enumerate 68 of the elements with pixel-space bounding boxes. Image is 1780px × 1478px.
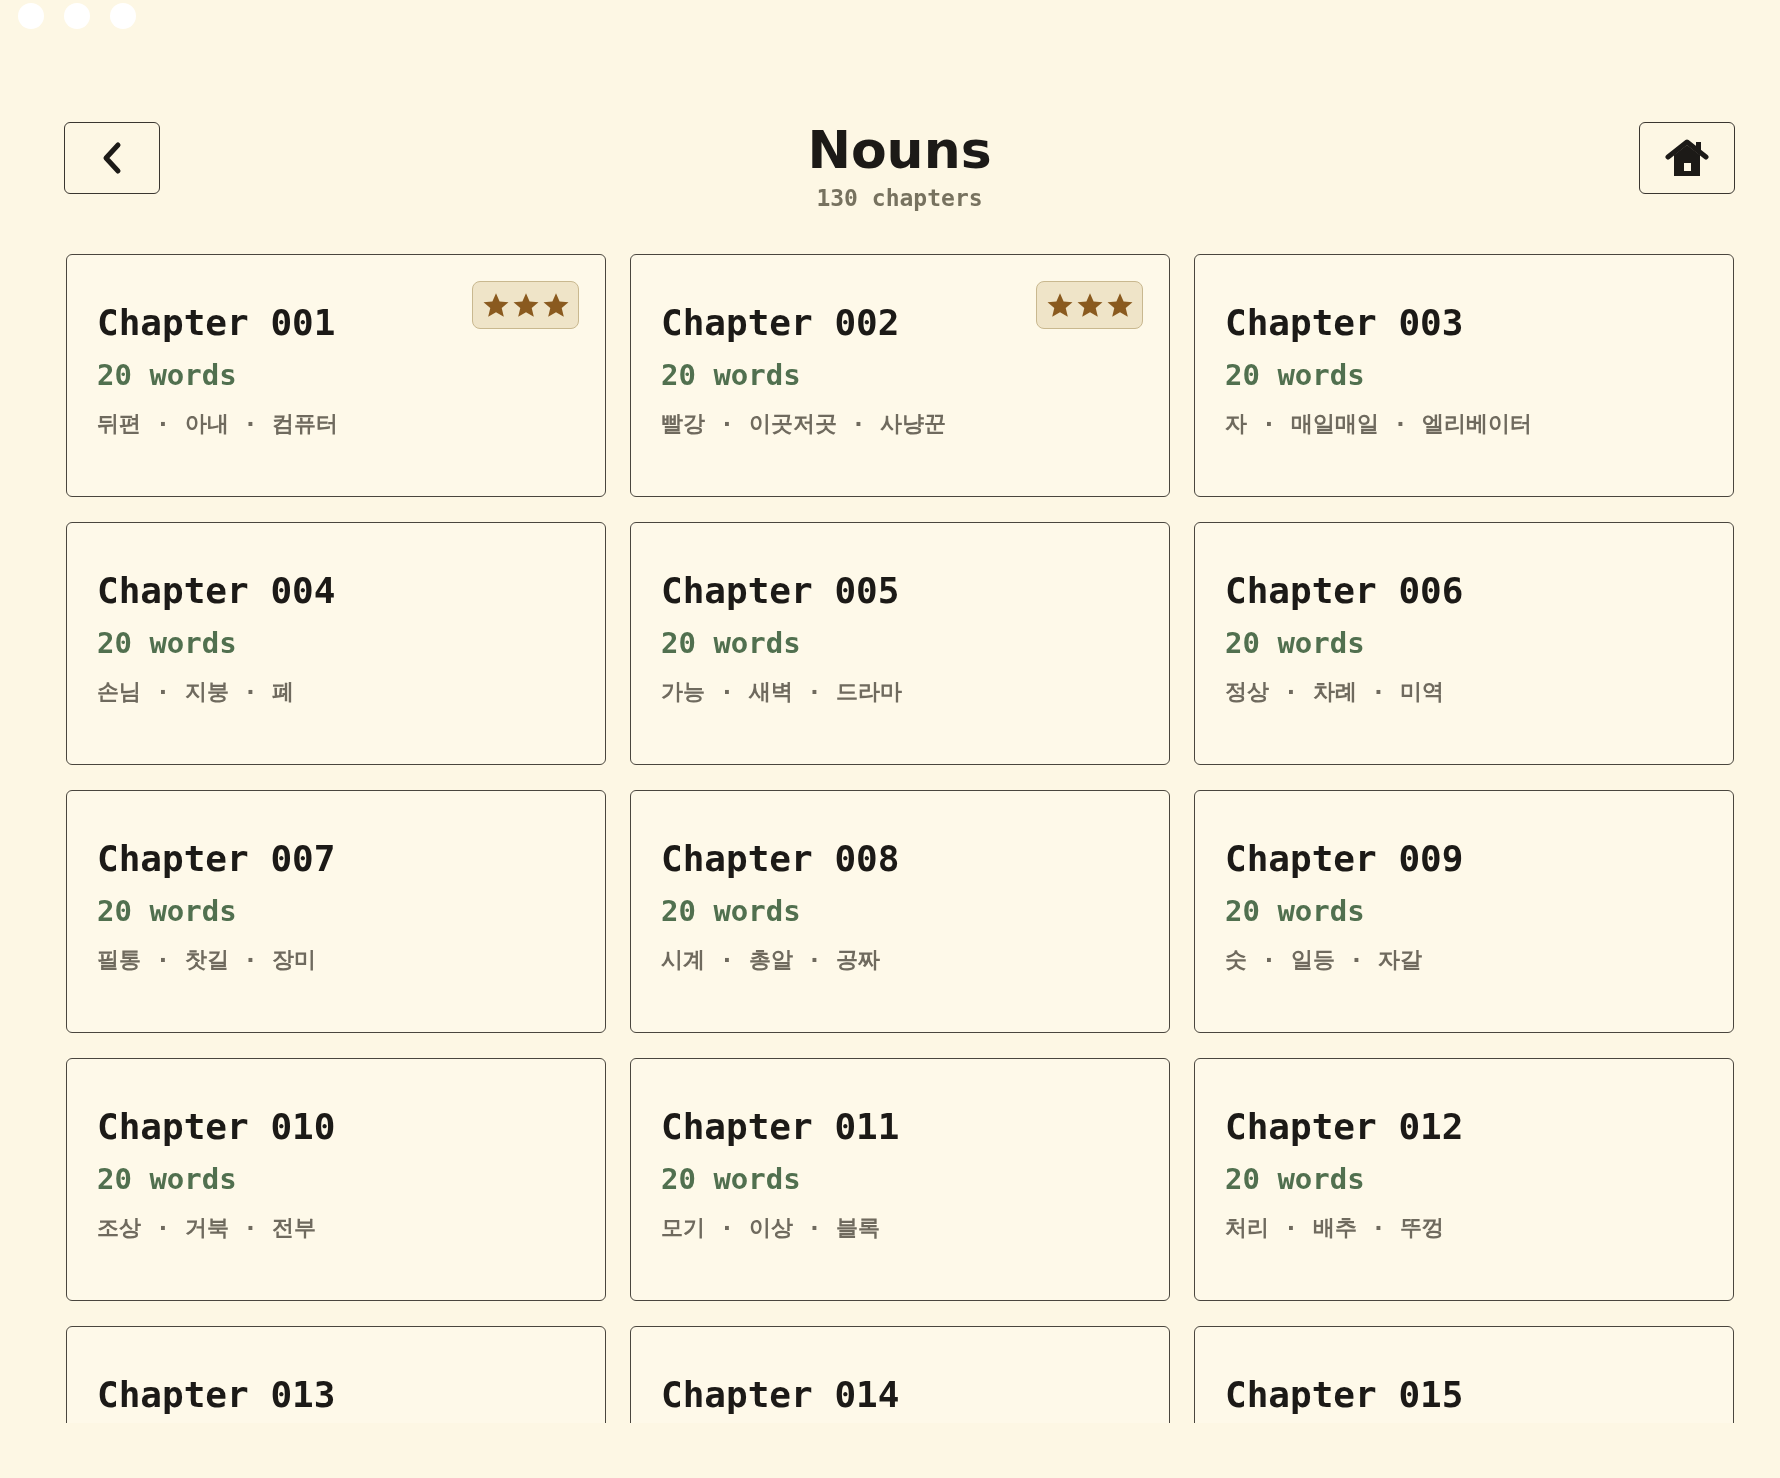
- star-icon: [511, 291, 540, 319]
- page-title: Nouns: [807, 122, 992, 180]
- word-preview: 가능 · 새벽 · 드라마: [661, 678, 903, 706]
- word-preview: 시계 · 총알 · 공짜: [661, 946, 881, 974]
- word-preview: 조상 · 거북 · 전부: [97, 1214, 317, 1242]
- star-icon: [1075, 291, 1104, 319]
- chapter-title: Chapter 015: [1225, 1373, 1464, 1417]
- word-count: 20 words: [1225, 894, 1365, 929]
- chapter-title: Chapter 004: [97, 569, 336, 613]
- chapter-card[interactable]: Chapter 003 20 words 자 · 매일매일 · 엘리베이터: [1194, 254, 1734, 497]
- chapter-title: Chapter 013: [97, 1373, 336, 1417]
- chapter-card[interactable]: Chapter 004 20 words 손님 · 지붕 · 폐: [66, 522, 606, 765]
- chapter-count: 130 chapters: [816, 185, 983, 212]
- word-preview: 뒤편 · 아내 · 컴퓨터: [97, 410, 339, 438]
- window-minimize-control[interactable]: [64, 3, 90, 29]
- word-preview: 필통 · 찻길 · 장미: [97, 946, 317, 974]
- home-button[interactable]: [1639, 122, 1735, 194]
- word-preview: 정상 · 차례 · 미역: [1225, 678, 1445, 706]
- chapter-card[interactable]: Chapter 007 20 words 필통 · 찻길 · 장미: [66, 790, 606, 1033]
- chapter-card[interactable]: Chapter 006 20 words 정상 · 차례 · 미역: [1194, 522, 1734, 765]
- chapter-card[interactable]: Chapter 010 20 words 조상 · 거북 · 전부: [66, 1058, 606, 1301]
- house-icon: [1665, 138, 1709, 178]
- chapter-card[interactable]: Chapter 014: [630, 1326, 1170, 1423]
- chapter-card[interactable]: Chapter 002 20 words 빨강 · 이곳저곳 · 사냥꾼: [630, 254, 1170, 497]
- word-count: 20 words: [661, 358, 801, 393]
- window-zoom-control[interactable]: [110, 3, 136, 29]
- chapter-card[interactable]: Chapter 013: [66, 1326, 606, 1423]
- chapter-title: Chapter 003: [1225, 301, 1464, 345]
- star-icon: [1045, 291, 1074, 319]
- chapter-card[interactable]: Chapter 011 20 words 모기 · 이상 · 블록: [630, 1058, 1170, 1301]
- chapter-card[interactable]: Chapter 001 20 words 뒤편 · 아내 · 컴퓨터: [66, 254, 606, 497]
- word-preview: 숫 · 일등 · 자갈: [1225, 946, 1423, 974]
- star-icon: [541, 291, 570, 319]
- chapter-card[interactable]: Chapter 009 20 words 숫 · 일등 · 자갈: [1194, 790, 1734, 1033]
- word-preview: 빨강 · 이곳저곳 · 사냥꾼: [661, 410, 947, 438]
- word-count: 20 words: [97, 1162, 237, 1197]
- chapter-card[interactable]: Chapter 008 20 words 시계 · 총알 · 공짜: [630, 790, 1170, 1033]
- chapter-title: Chapter 010: [97, 1105, 336, 1149]
- back-button[interactable]: [64, 122, 160, 194]
- chapter-title: Chapter 012: [1225, 1105, 1464, 1149]
- chapter-title: Chapter 009: [1225, 837, 1464, 881]
- word-count: 20 words: [661, 626, 801, 661]
- chapter-title: Chapter 014: [661, 1373, 900, 1417]
- chapter-title: Chapter 001: [97, 301, 336, 345]
- word-preview: 손님 · 지붕 · 폐: [97, 678, 295, 706]
- word-preview: 자 · 매일매일 · 엘리베이터: [1225, 410, 1533, 438]
- word-count: 20 words: [661, 894, 801, 929]
- chapter-title: Chapter 011: [661, 1105, 900, 1149]
- word-count: 20 words: [97, 358, 237, 393]
- star-icon: [1105, 291, 1134, 319]
- word-count: 20 words: [97, 626, 237, 661]
- word-count: 20 words: [1225, 626, 1365, 661]
- chapter-title: Chapter 002: [661, 301, 900, 345]
- chapter-card[interactable]: Chapter 012 20 words 처리 · 배추 · 뚜껑: [1194, 1058, 1734, 1301]
- word-preview: 처리 · 배추 · 뚜껑: [1225, 1214, 1445, 1242]
- chapter-title: Chapter 008: [661, 837, 900, 881]
- chapter-title: Chapter 005: [661, 569, 900, 613]
- word-count: 20 words: [661, 1162, 801, 1197]
- word-count: 20 words: [1225, 358, 1365, 393]
- chapter-title: Chapter 007: [97, 837, 336, 881]
- chapter-card[interactable]: Chapter 015: [1194, 1326, 1734, 1423]
- word-count: 20 words: [1225, 1162, 1365, 1197]
- word-preview: 모기 · 이상 · 블록: [661, 1214, 881, 1242]
- word-count: 20 words: [97, 894, 237, 929]
- chapter-card[interactable]: Chapter 005 20 words 가능 · 새벽 · 드라마: [630, 522, 1170, 765]
- window-close-control[interactable]: [18, 3, 44, 29]
- star-icon: [481, 291, 510, 319]
- chapter-title: Chapter 006: [1225, 569, 1464, 613]
